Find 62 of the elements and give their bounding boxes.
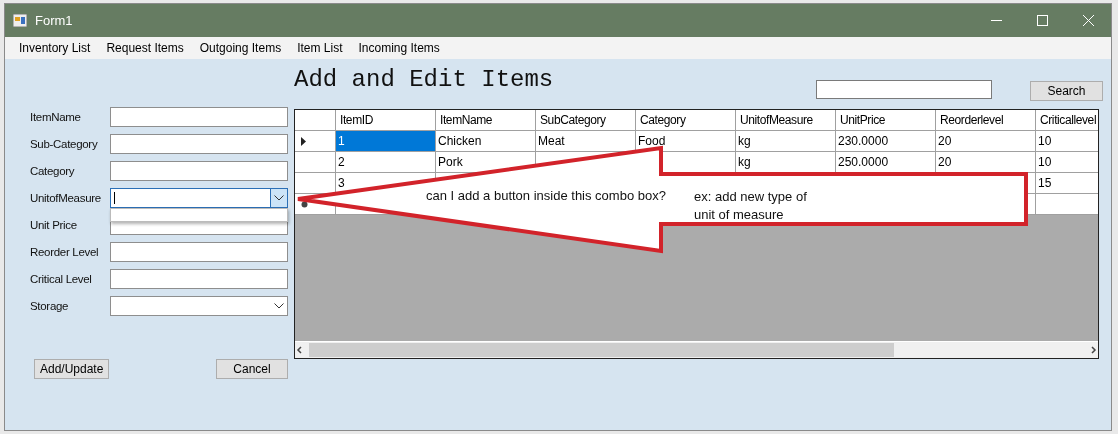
- row-header[interactable]: [295, 173, 336, 194]
- menu-item[interactable]: Outgoing Items: [191, 41, 290, 55]
- combo-box[interactable]: [110, 296, 288, 316]
- chevron-down-icon: [274, 303, 284, 309]
- field-label: Category: [30, 165, 76, 177]
- table-cell: Food: [636, 131, 736, 152]
- new-row-icon: [301, 200, 308, 208]
- table-cell: 250.0000: [836, 152, 936, 173]
- table-cell: 230.0000: [836, 131, 936, 152]
- maximize-icon: [1036, 15, 1048, 26]
- menu-item[interactable]: Incoming Items: [350, 41, 448, 55]
- menu-item[interactable]: Request Items: [98, 41, 192, 55]
- table-cell: kg: [736, 152, 836, 173]
- column-header[interactable]: ItemName: [436, 110, 536, 131]
- text-field[interactable]: [110, 269, 288, 289]
- add-update-button[interactable]: Add/Update: [34, 359, 110, 379]
- chevron-left-icon: [295, 345, 305, 355]
- table-cell: 20: [936, 131, 1036, 152]
- table-cell: 10: [1036, 152, 1098, 173]
- chevron-right-icon: [1088, 345, 1098, 355]
- table-cell: kg: [736, 131, 836, 152]
- text-field[interactable]: [110, 107, 288, 127]
- text-field[interactable]: [110, 242, 288, 262]
- chevron-down-icon: [274, 195, 284, 201]
- field-label: Reorder Level: [30, 246, 100, 258]
- row-header[interactable]: [295, 131, 336, 152]
- table-cell: 1: [336, 131, 436, 152]
- column-header[interactable]: UnitofMeasure: [736, 110, 836, 131]
- table-cell: Chicken: [436, 131, 536, 152]
- text-field[interactable]: [110, 134, 288, 154]
- table-cell: 10: [1036, 131, 1098, 152]
- field-label: ItemName: [30, 111, 82, 123]
- table-cell: 2: [336, 152, 436, 173]
- text-field[interactable]: [110, 161, 288, 181]
- cancel-button[interactable]: Cancel: [216, 359, 288, 379]
- search-field[interactable]: [816, 80, 992, 99]
- table-cell: Meat: [536, 131, 636, 152]
- form-icon: [13, 14, 27, 27]
- field-label: UnitofMeasure: [30, 192, 102, 204]
- column-header[interactable]: ItemID: [336, 110, 436, 131]
- minimize-icon: [990, 20, 1002, 21]
- field-label: Unit Price: [30, 219, 78, 231]
- table-cell: 15: [1036, 173, 1098, 194]
- text-cursor: [114, 192, 115, 204]
- menu-item[interactable]: Inventory List: [11, 41, 99, 55]
- current-row-icon: [301, 136, 306, 146]
- field-label: Storage: [30, 300, 70, 312]
- table-cell: 20: [936, 152, 1036, 173]
- page-heading: Add and Edit Items: [294, 66, 555, 93]
- column-header[interactable]: Category: [636, 110, 736, 131]
- menu-item[interactable]: Item List: [289, 41, 351, 55]
- window-title: Form1: [35, 13, 74, 28]
- callout-text: ex: add new type of unit of measure: [694, 188, 808, 224]
- horizontal-scrollbar[interactable]: [295, 341, 1098, 358]
- field-label: Sub-Category: [30, 138, 99, 150]
- column-header[interactable]: Criticallevel: [1036, 110, 1098, 131]
- field-label: Critical Level: [30, 273, 93, 285]
- close-icon: [1082, 15, 1094, 26]
- search-button[interactable]: Search: [1030, 81, 1103, 101]
- column-header[interactable]: Reorderlevel: [936, 110, 1036, 131]
- column-header[interactable]: UnitPrice: [836, 110, 936, 131]
- column-header[interactable]: SubCategory: [536, 110, 636, 131]
